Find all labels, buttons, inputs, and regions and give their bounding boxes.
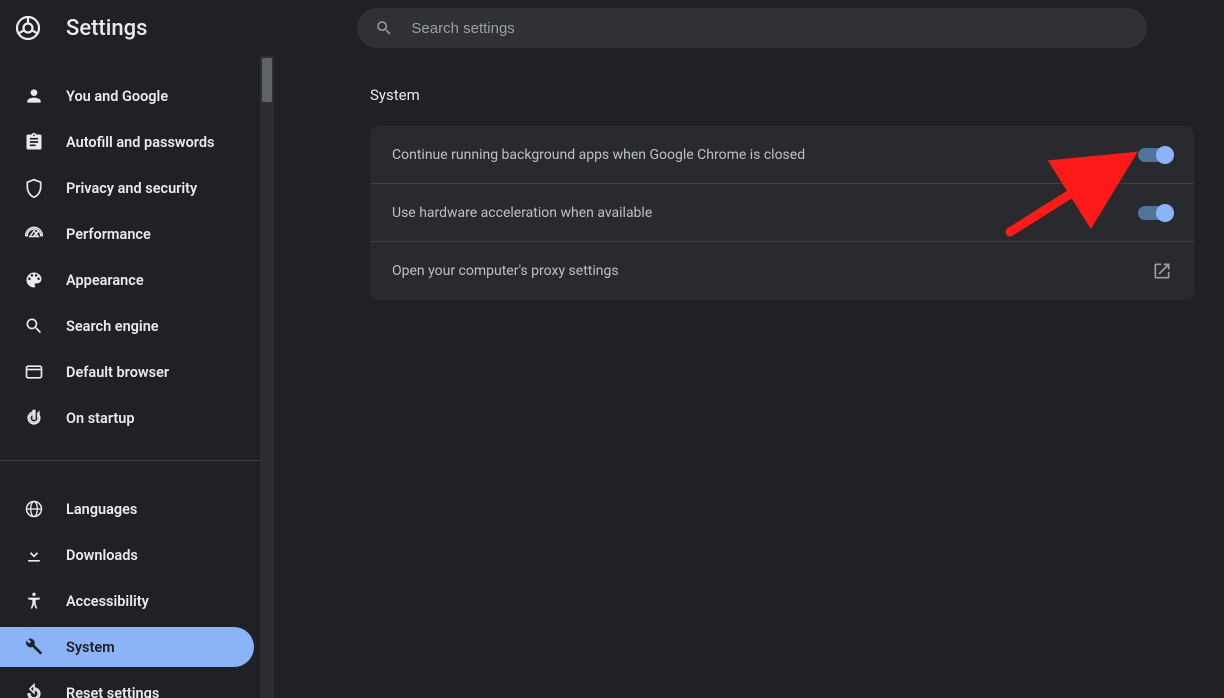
search-icon [375, 19, 393, 37]
person-icon [24, 86, 44, 106]
toggle-knob [1156, 204, 1174, 222]
sidebar-item-languages[interactable]: Languages [0, 489, 254, 529]
section-title: System [370, 86, 1194, 104]
row-proxy-settings[interactable]: Open your computer's proxy settings [370, 242, 1194, 300]
sidebar-item-search-engine[interactable]: Search engine [0, 306, 254, 346]
search-container[interactable] [357, 8, 1147, 48]
sidebar-item-downloads[interactable]: Downloads [0, 535, 254, 575]
palette-icon [24, 270, 44, 290]
search-input[interactable] [411, 20, 1129, 37]
sidebar-item-appearance[interactable]: Appearance [0, 260, 254, 300]
external-link-icon [1152, 261, 1172, 281]
sidebar-item-system[interactable]: System [0, 627, 254, 667]
sidebar-item-label: Reset settings [66, 685, 159, 698]
reset-icon [24, 683, 44, 698]
scrollbar-thumb[interactable] [262, 58, 272, 102]
toggle-knob [1156, 146, 1174, 164]
row-label: Continue running background apps when Go… [392, 147, 805, 163]
accessibility-icon [24, 591, 44, 611]
sidebar-item-default-browser[interactable]: Default browser [0, 352, 254, 392]
sidebar-item-you-and-google[interactable]: You and Google [0, 76, 254, 116]
sidebar-item-label: Downloads [66, 547, 138, 564]
sidebar-item-label: Performance [66, 226, 151, 243]
clipboard-icon [24, 132, 44, 152]
scrollbar-track[interactable] [260, 56, 274, 698]
sidebar-item-reset-settings[interactable]: Reset settings [0, 673, 254, 698]
sidebar-item-autofill[interactable]: Autofill and passwords [0, 122, 254, 162]
toggle-background-apps[interactable] [1138, 148, 1172, 162]
sidebar-item-privacy[interactable]: Privacy and security [0, 168, 254, 208]
shield-icon [24, 178, 44, 198]
sidebar-item-label: Autofill and passwords [66, 134, 215, 151]
sidebar-item-accessibility[interactable]: Accessibility [0, 581, 254, 621]
sidebar-item-label: On startup [66, 410, 135, 427]
sidebar-item-label: Privacy and security [66, 180, 197, 197]
sidebar-item-performance[interactable]: Performance [0, 214, 254, 254]
sidebar-item-label: Accessibility [66, 593, 149, 610]
download-icon [24, 545, 44, 565]
speedometer-icon [24, 224, 44, 244]
globe-icon [24, 499, 44, 519]
divider [0, 460, 270, 461]
row-label: Use hardware acceleration when available [392, 205, 652, 221]
page-title: Settings [66, 16, 147, 41]
row-hardware-accel: Use hardware acceleration when available [370, 184, 1194, 242]
chrome-logo-icon [16, 16, 40, 40]
settings-panel: Continue running background apps when Go… [370, 126, 1194, 300]
row-label: Open your computer's proxy settings [392, 263, 619, 279]
browser-icon [24, 362, 44, 382]
sidebar: You and Google Autofill and passwords Pr… [0, 56, 274, 698]
magnify-icon [24, 316, 44, 336]
toggle-hardware-accel[interactable] [1138, 206, 1172, 220]
sidebar-item-label: Appearance [66, 272, 144, 289]
sidebar-item-label: System [66, 639, 115, 656]
sidebar-item-label: Languages [66, 501, 137, 518]
main-content: System Continue running background apps … [274, 56, 1224, 698]
sidebar-item-on-startup[interactable]: On startup [0, 398, 254, 438]
wrench-icon [24, 637, 44, 657]
sidebar-item-label: You and Google [66, 88, 168, 105]
header: Settings [0, 0, 1224, 56]
sidebar-item-label: Search engine [66, 318, 159, 335]
sidebar-item-label: Default browser [66, 364, 169, 381]
power-icon [24, 408, 44, 428]
row-background-apps: Continue running background apps when Go… [370, 126, 1194, 184]
